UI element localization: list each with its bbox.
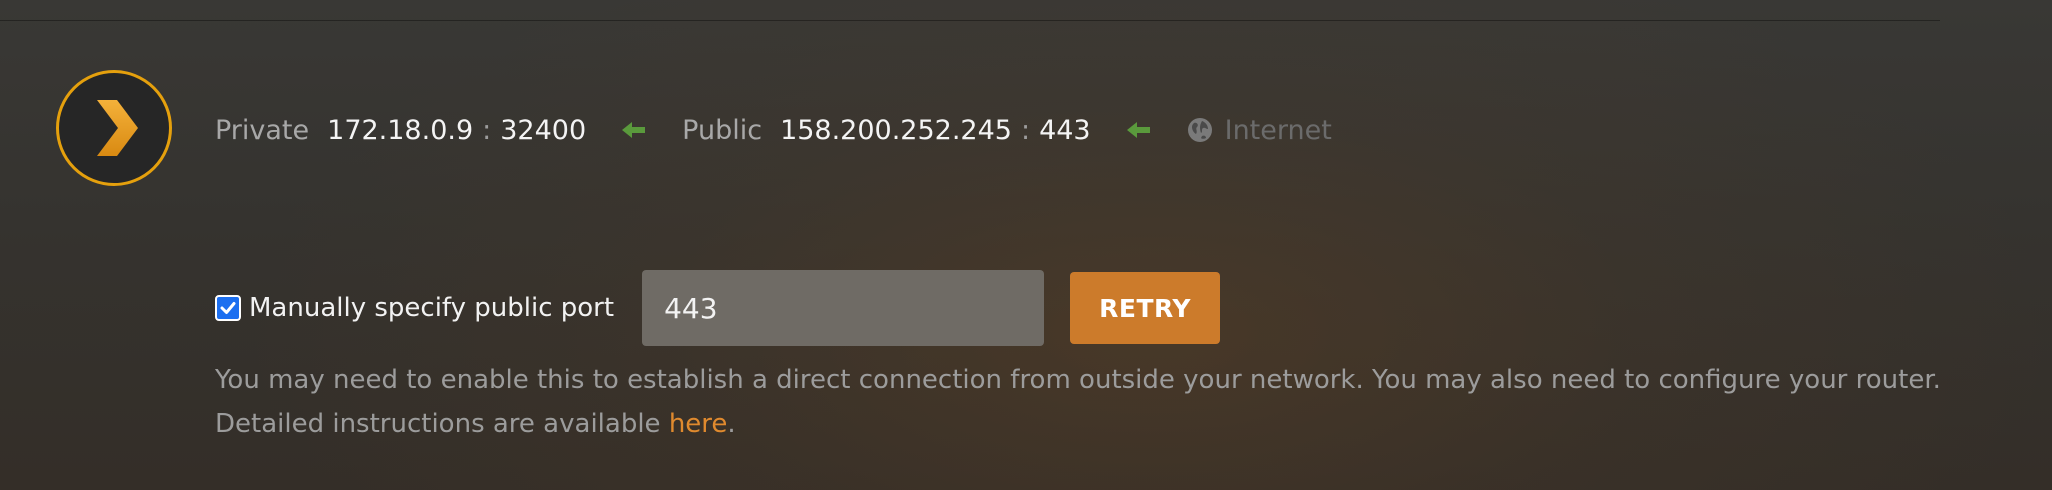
public-port: 443 bbox=[1039, 114, 1091, 146]
public-label: Public bbox=[682, 114, 763, 146]
internet-label: Internet bbox=[1224, 114, 1332, 146]
help-text-body: You may need to enable this to establish… bbox=[215, 365, 1941, 439]
help-text-suffix: . bbox=[727, 409, 736, 439]
public-port-input[interactable] bbox=[642, 270, 1045, 346]
arrow-left-icon bbox=[1126, 121, 1151, 139]
arrow-left-icon bbox=[622, 121, 646, 139]
private-port-separator: : bbox=[482, 114, 492, 146]
public-ip: 158.200.252.245 bbox=[780, 114, 1012, 146]
private-label: Private bbox=[215, 114, 310, 146]
plex-logo bbox=[56, 70, 172, 186]
manual-port-label[interactable]: Manually specify public port bbox=[249, 293, 614, 323]
manual-port-checkbox[interactable] bbox=[215, 295, 241, 321]
help-text: You may need to enable this to establish… bbox=[215, 358, 2015, 446]
retry-button[interactable]: RETRY bbox=[1070, 272, 1221, 344]
private-ip: 172.18.0.9 bbox=[327, 114, 474, 146]
chevron-right-icon bbox=[97, 100, 138, 156]
private-port: 32400 bbox=[500, 114, 587, 146]
top-divider bbox=[0, 20, 1940, 21]
help-link[interactable]: here bbox=[669, 409, 728, 439]
manual-port-row: Manually specify public port RETRY bbox=[215, 270, 1221, 346]
public-port-separator: : bbox=[1020, 114, 1031, 146]
globe-icon bbox=[1187, 117, 1213, 143]
port-mapping-row: Private 172.18.0.9 : 32400 Public 158.20… bbox=[215, 108, 1332, 152]
checkmark-icon bbox=[220, 302, 236, 314]
